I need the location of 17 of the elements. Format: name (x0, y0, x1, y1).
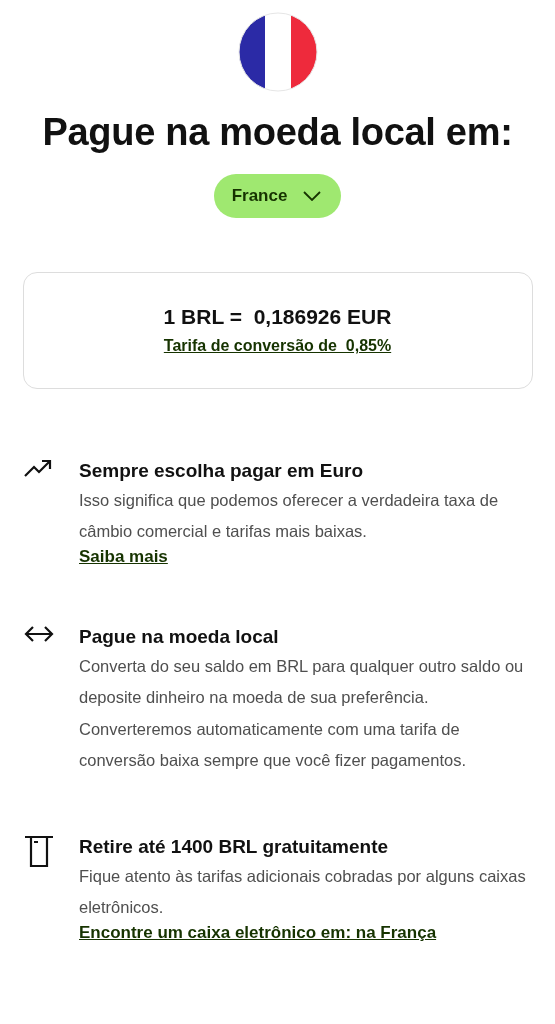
chevron-down-icon (303, 190, 322, 201)
feature-link[interactable]: Encontre um caixa eletrônico em: na França (79, 922, 437, 943)
feature-description: Converta do seu saldo em BRL para qualquer outro saldo ou deposite dinheiro na moeda de sua preferência. Converteremos automaticamente com uma tarifa de conversão baixa sempre que você fizer pagamentos. (79, 655, 525, 772)
feature-description: Isso significa que podemos oferecer a verdadeira taxa de câmbio comercial e tarifas mais baixas. (79, 489, 500, 543)
france-flag-icon (237, 12, 318, 92)
double-arrow-icon (24, 624, 54, 643)
page-heading: Pague na moeda local em: (42, 110, 513, 155)
feature-title: Sempre escolha pagar em Euro (79, 458, 365, 483)
fee-link[interactable]: Tarifa de conversão de 0,85% (163, 337, 392, 356)
feature-title: Pague na moeda local (79, 624, 280, 649)
country-selector[interactable]: France (213, 173, 342, 218)
feature-link[interactable]: Saiba mais (79, 546, 168, 567)
trend-up-icon (24, 458, 52, 477)
atm-icon (24, 834, 54, 867)
exchange-rate: 1 BRL = 0,186926 EUR (163, 305, 392, 330)
feature-description: Fique atento às tarifas adicionais cobradas por alguns caixas eletrônicos. (79, 865, 527, 919)
feature-title: Retire até 1400 BRL gratuitamente (79, 834, 390, 859)
